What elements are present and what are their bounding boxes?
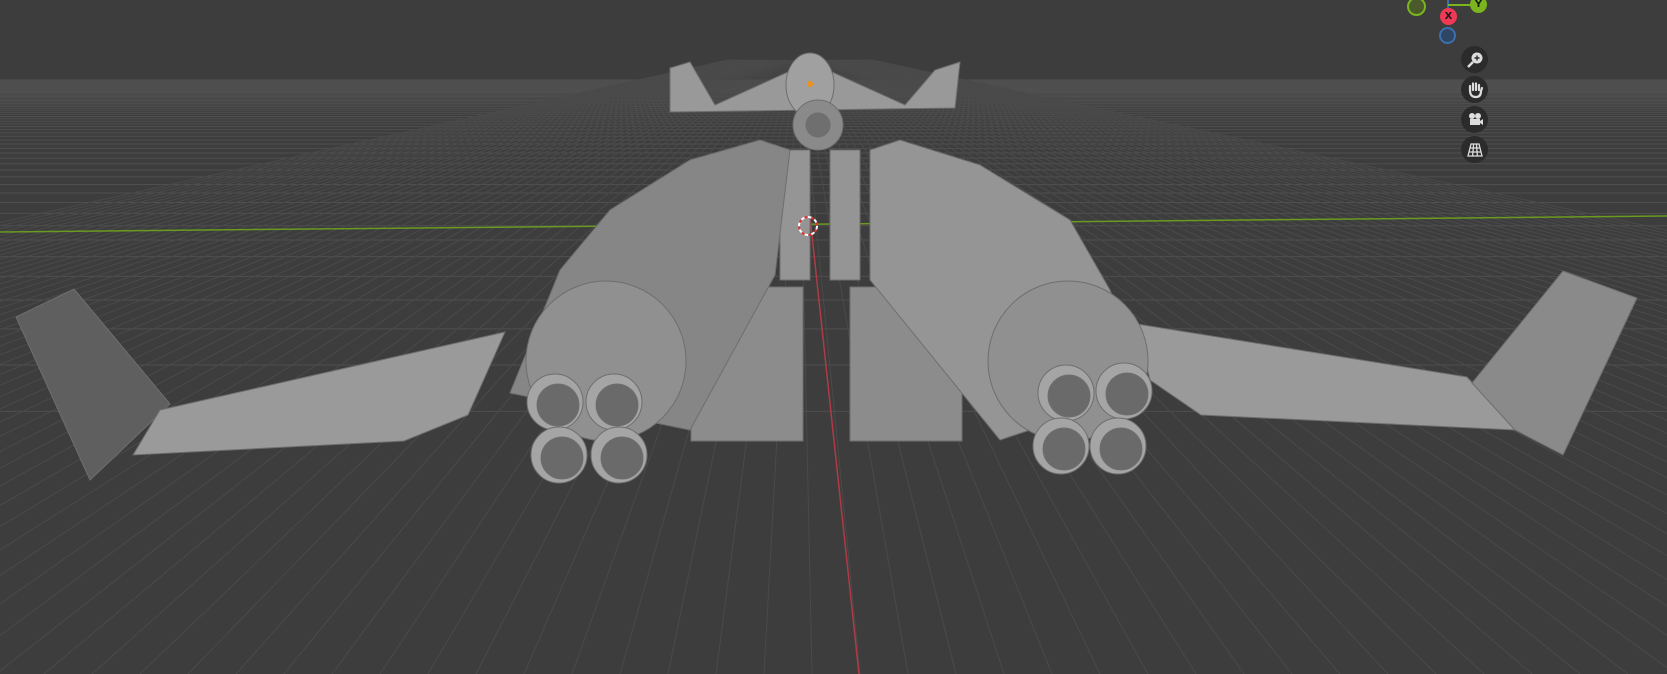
zoom-button[interactable] — [1461, 46, 1488, 73]
grid-ortho-icon — [1466, 142, 1483, 157]
pan-button[interactable] — [1461, 76, 1488, 103]
zoom-icon — [1466, 52, 1482, 68]
nozzle-inner — [536, 383, 580, 427]
gizmo-neg-z[interactable] — [1439, 27, 1456, 44]
perspective-toggle-button[interactable] — [1461, 136, 1488, 163]
camera-view-button[interactable] — [1461, 106, 1488, 133]
nozzle-inner — [1042, 427, 1086, 471]
nozzle-inner — [595, 383, 639, 427]
left-wing — [132, 331, 506, 456]
hand-pan-icon — [1468, 81, 1483, 98]
viewport-scene — [0, 0, 1667, 674]
camera-icon — [1468, 112, 1483, 125]
origin-dot — [807, 81, 813, 87]
nozzle-inner — [1105, 372, 1149, 416]
nozzle-inner — [1099, 427, 1143, 471]
nozzle-inner — [1047, 374, 1091, 418]
nozzle-inner — [600, 436, 644, 480]
gizmo-x[interactable]: X — [1440, 8, 1457, 25]
spaceship-model — [15, 52, 1638, 484]
nozzle-inner — [540, 436, 584, 480]
3d-viewport[interactable]: X Y — [0, 0, 1667, 674]
